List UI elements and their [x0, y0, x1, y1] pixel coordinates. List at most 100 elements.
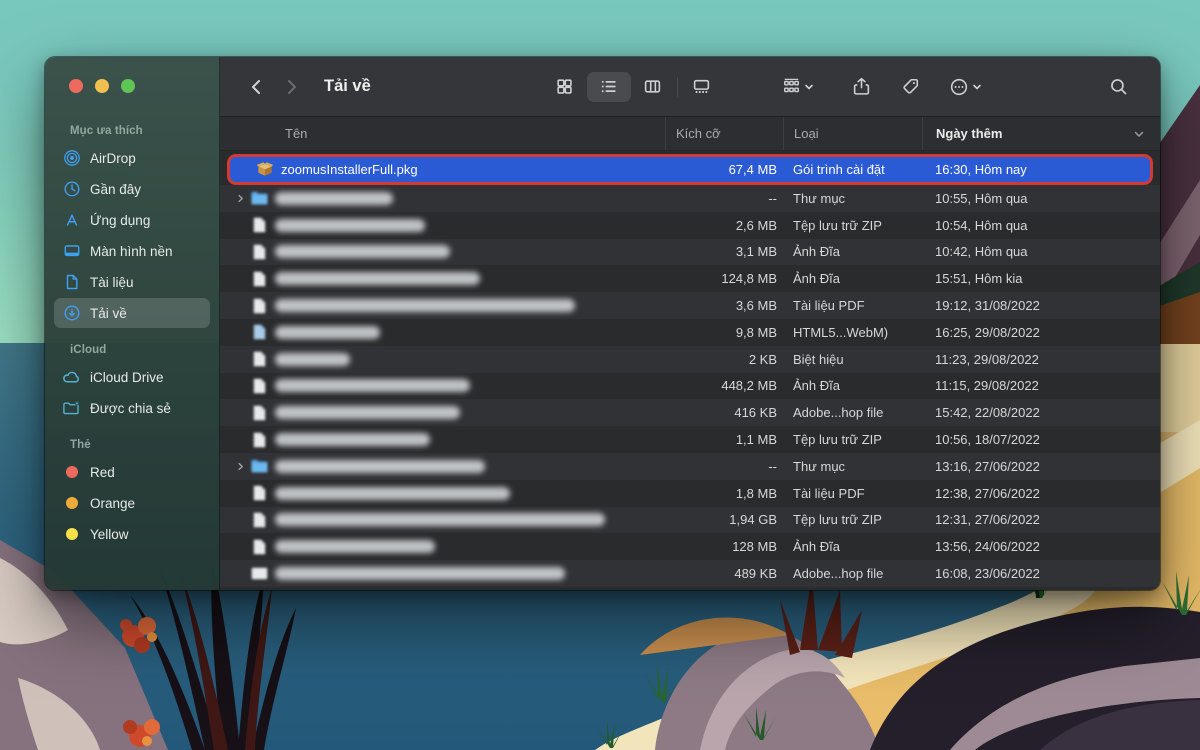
file-size: 124,8 MB — [665, 271, 783, 286]
file-kind: Ảnh Đĩa — [783, 271, 922, 286]
search-button[interactable] — [1098, 72, 1138, 102]
sidebar-item-airdrop[interactable]: AirDrop — [54, 143, 210, 173]
more-options-button[interactable] — [940, 72, 992, 102]
desktop-icon — [62, 242, 81, 261]
package-icon — [256, 162, 274, 178]
column-view-button[interactable] — [631, 72, 675, 102]
forward-button[interactable] — [274, 72, 308, 102]
gallery-view-icon — [692, 77, 711, 96]
redacted-file-name — [275, 433, 430, 446]
sidebar-item-label: Màn hình nền — [90, 244, 173, 259]
redacted-file-name — [275, 219, 425, 232]
file-row[interactable]: 3,1 MBẢnh Đĩa10:42, Hôm qua — [220, 239, 1160, 266]
window-controls — [45, 79, 219, 93]
column-header-kind[interactable]: Loại — [783, 117, 922, 150]
file-size: 1,8 MB — [665, 486, 783, 501]
column-header-size[interactable]: Kích cỡ — [665, 117, 783, 150]
sidebar-item-icloud-drive[interactable]: iCloud Drive — [54, 362, 210, 392]
sidebar-item-gan-ay[interactable]: Gần đây — [54, 174, 210, 204]
file-row[interactable]: 448,2 MBẢnh Đĩa11:15, 29/08/2022 — [220, 373, 1160, 400]
file-name-cell — [220, 458, 665, 474]
file-name-cell — [220, 324, 665, 340]
file-row-selected[interactable]: zoomusInstallerFull.pkg67,4 MBGói trình … — [227, 154, 1153, 185]
file-row[interactable]: 128 MBẢnh Đĩa13:56, 24/06/2022 — [220, 533, 1160, 560]
sidebar-section-icloud: iCloudiCloud DriveĐược chia sẻ — [45, 336, 219, 423]
file-date-added: 11:23, 29/08/2022 — [922, 352, 1160, 367]
file-date-added: 10:56, 18/07/2022 — [922, 432, 1160, 447]
file-icon — [250, 298, 268, 314]
sidebar-item-yellow[interactable]: Yellow — [54, 519, 210, 549]
file-row[interactable]: 489 KBAdobe...hop file16:08, 23/06/2022 — [220, 560, 1160, 587]
icon-view-button[interactable] — [543, 72, 587, 102]
file-date-added: 10:55, Hôm qua — [922, 191, 1160, 206]
back-button[interactable] — [240, 72, 274, 102]
file-row[interactable]: 1,94 GBTệp lưu trữ ZIP12:31, 27/06/2022 — [220, 507, 1160, 534]
sidebar-item-label: Tài liệu — [90, 275, 134, 290]
file-row[interactable]: --Thư mục10:55, Hôm qua — [220, 185, 1160, 212]
window-title: Tải về — [324, 77, 371, 96]
file-row[interactable]: 124,8 MBẢnh Đĩa15:51, Hôm kia — [220, 265, 1160, 292]
minimize-button[interactable] — [95, 79, 109, 93]
list-view-button[interactable] — [587, 72, 631, 102]
file-name-cell — [220, 378, 665, 394]
sidebar-item-label: iCloud Drive — [90, 370, 164, 385]
sort-chevron-down-icon[interactable] — [1133, 128, 1145, 140]
sidebar-item-man-hinh-nen[interactable]: Màn hình nền — [54, 236, 210, 266]
file-size: -- — [665, 191, 783, 206]
disclosure-triangle-icon[interactable] — [236, 462, 250, 471]
sidebar: Mục ưa thíchAirDropGần đâyỨng dụngMàn hì… — [45, 57, 220, 590]
file-kind: Thư mục — [783, 191, 922, 206]
finder-window: Mục ưa thíchAirDropGần đâyỨng dụngMàn hì… — [45, 57, 1160, 590]
tags-button[interactable] — [891, 72, 931, 102]
gallery-view-button[interactable] — [680, 72, 724, 102]
sidebar-section-label: Thẻ — [45, 431, 219, 456]
sidebar-item-tai-lieu[interactable]: Tài liệu — [54, 267, 210, 297]
file-size: 2 KB — [665, 352, 783, 367]
redacted-file-name — [275, 192, 393, 205]
redacted-file-name — [275, 487, 510, 500]
close-button[interactable] — [69, 79, 83, 93]
sidebar-item-label: Orange — [90, 496, 135, 511]
file-date-added: 15:42, 22/08/2022 — [922, 405, 1160, 420]
clock-icon — [62, 180, 81, 199]
sidebar-item-ung-dung[interactable]: Ứng dụng — [54, 205, 210, 235]
file-row[interactable]: 1,8 MBTài liệu PDF12:38, 27/06/2022 — [220, 480, 1160, 507]
column-header-name[interactable]: Tên — [220, 117, 665, 150]
sidebar-section-the: ThẻRed Orange Yellow — [45, 431, 219, 549]
file-name-cell — [220, 512, 665, 528]
sidebar-item--uoc-chia-se[interactable]: Được chia sẻ — [54, 393, 210, 423]
file-icon — [250, 351, 268, 367]
file-date-added: 12:38, 27/06/2022 — [922, 486, 1160, 501]
file-kind: Ảnh Đĩa — [783, 244, 922, 259]
file-icon — [250, 244, 268, 260]
sidebar-item-label: Được chia sẻ — [90, 401, 171, 416]
file-kind: Ảnh Đĩa — [783, 539, 922, 554]
file-row[interactable]: 9,8 MBHTML5...WebM)16:25, 29/08/2022 — [220, 319, 1160, 346]
file-row[interactable]: 2,6 MBTệp lưu trữ ZIP10:54, Hôm qua — [220, 212, 1160, 239]
tag-icon — [901, 77, 920, 96]
sidebar-item-red[interactable]: Red — [54, 457, 210, 487]
column-header-date-added[interactable]: Ngày thêm — [922, 117, 1160, 150]
file-row[interactable]: 2 KBBiệt hiệu11:23, 29/08/2022 — [220, 346, 1160, 373]
file-name-cell — [220, 539, 665, 555]
sidebar-section-muc-ua-thich: Mục ưa thíchAirDropGần đâyỨng dụngMàn hì… — [45, 117, 219, 328]
zoom-button[interactable] — [121, 79, 135, 93]
file-row[interactable]: --Thư mục13:16, 27/06/2022 — [220, 453, 1160, 480]
search-icon — [1109, 77, 1128, 96]
file-kind: Tệp lưu trữ ZIP — [783, 512, 922, 527]
chevron-down-icon — [972, 82, 982, 92]
disclosure-triangle-icon[interactable] — [236, 194, 250, 203]
file-size: 448,2 MB — [665, 378, 783, 393]
file-row[interactable]: 416 KBAdobe...hop file15:42, 22/08/2022 — [220, 399, 1160, 426]
file-row[interactable]: 1,1 MBTệp lưu trữ ZIP10:56, 18/07/2022 — [220, 426, 1160, 453]
sidebar-item-orange[interactable]: Orange — [54, 488, 210, 518]
file-date-added: 12:31, 27/06/2022 — [922, 512, 1160, 527]
file-row[interactable]: 3,6 MBTài liệu PDF19:12, 31/08/2022 — [220, 292, 1160, 319]
sidebar-item-tai-ve[interactable]: Tải về — [54, 298, 210, 328]
share-button[interactable] — [842, 72, 882, 102]
file-size: -- — [665, 459, 783, 474]
file-date-added: 16:30, Hôm nay — [922, 162, 1150, 177]
file-size: 67,4 MB — [665, 162, 783, 177]
file-kind: Thư mục — [783, 459, 922, 474]
group-by-button[interactable] — [772, 72, 824, 102]
